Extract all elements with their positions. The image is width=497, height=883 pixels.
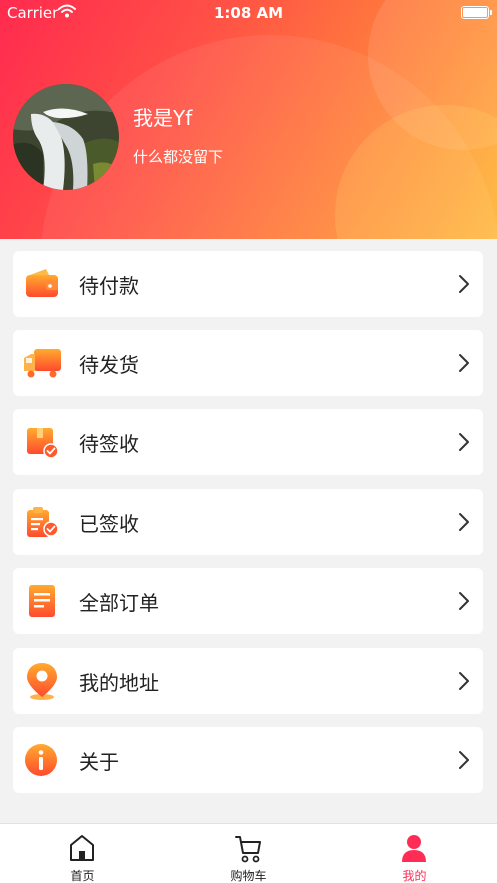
user-icon	[400, 833, 428, 863]
menu-item-all-orders[interactable]: 全部订单	[13, 568, 483, 634]
cart-icon	[234, 833, 262, 863]
menu-item-received[interactable]: 已签收	[13, 489, 483, 555]
package-icon	[24, 425, 60, 459]
tab-bar: 首页 购物车 我的	[0, 823, 497, 883]
chevron-right-icon	[457, 431, 471, 453]
home-icon	[68, 833, 96, 863]
user-bio: 什么都没留下	[133, 148, 224, 166]
chevron-right-icon	[457, 511, 471, 533]
tab-home[interactable]: 首页	[0, 824, 165, 883]
menu-item-pending-receipt[interactable]: 待签收	[13, 409, 483, 475]
chevron-right-icon	[457, 749, 471, 771]
profile-header: Carrier 1:08 AM 我是Yf 什么都没留下	[0, 0, 497, 239]
menu-item-pending-payment[interactable]: 待付款	[13, 251, 483, 317]
wallet-icon	[24, 267, 60, 301]
document-icon	[24, 584, 60, 618]
chevron-right-icon	[457, 273, 471, 295]
menu-label: 待签收	[79, 432, 139, 456]
chevron-right-icon	[457, 590, 471, 612]
battery-icon	[461, 6, 492, 19]
tab-label: 购物车	[230, 869, 267, 883]
tab-cart[interactable]: 购物车	[166, 824, 331, 883]
username: 我是Yf	[133, 106, 193, 130]
menu-label: 关于	[79, 750, 119, 774]
tab-mine[interactable]: 我的	[332, 824, 497, 883]
menu-label: 已签收	[79, 512, 139, 536]
tab-label: 首页	[70, 869, 95, 883]
menu-label: 全部订单	[79, 591, 159, 615]
menu-label: 待发货	[79, 353, 139, 377]
location-pin-icon	[24, 661, 60, 701]
status-bar: Carrier 1:08 AM	[0, 0, 497, 26]
chevron-right-icon	[457, 670, 471, 692]
menu-item-my-address[interactable]: 我的地址	[13, 648, 483, 714]
menu-label: 我的地址	[79, 671, 159, 695]
clipboard-check-icon	[24, 505, 60, 539]
chevron-right-icon	[457, 352, 471, 374]
menu-item-pending-shipment[interactable]: 待发货	[13, 330, 483, 396]
info-icon	[24, 743, 60, 777]
menu-label: 待付款	[79, 274, 139, 298]
clock: 1:08 AM	[213, 4, 284, 22]
tab-label: 我的	[402, 869, 427, 883]
avatar[interactable]	[13, 84, 119, 190]
truck-icon	[22, 346, 62, 380]
menu-item-about[interactable]: 关于	[13, 727, 483, 793]
